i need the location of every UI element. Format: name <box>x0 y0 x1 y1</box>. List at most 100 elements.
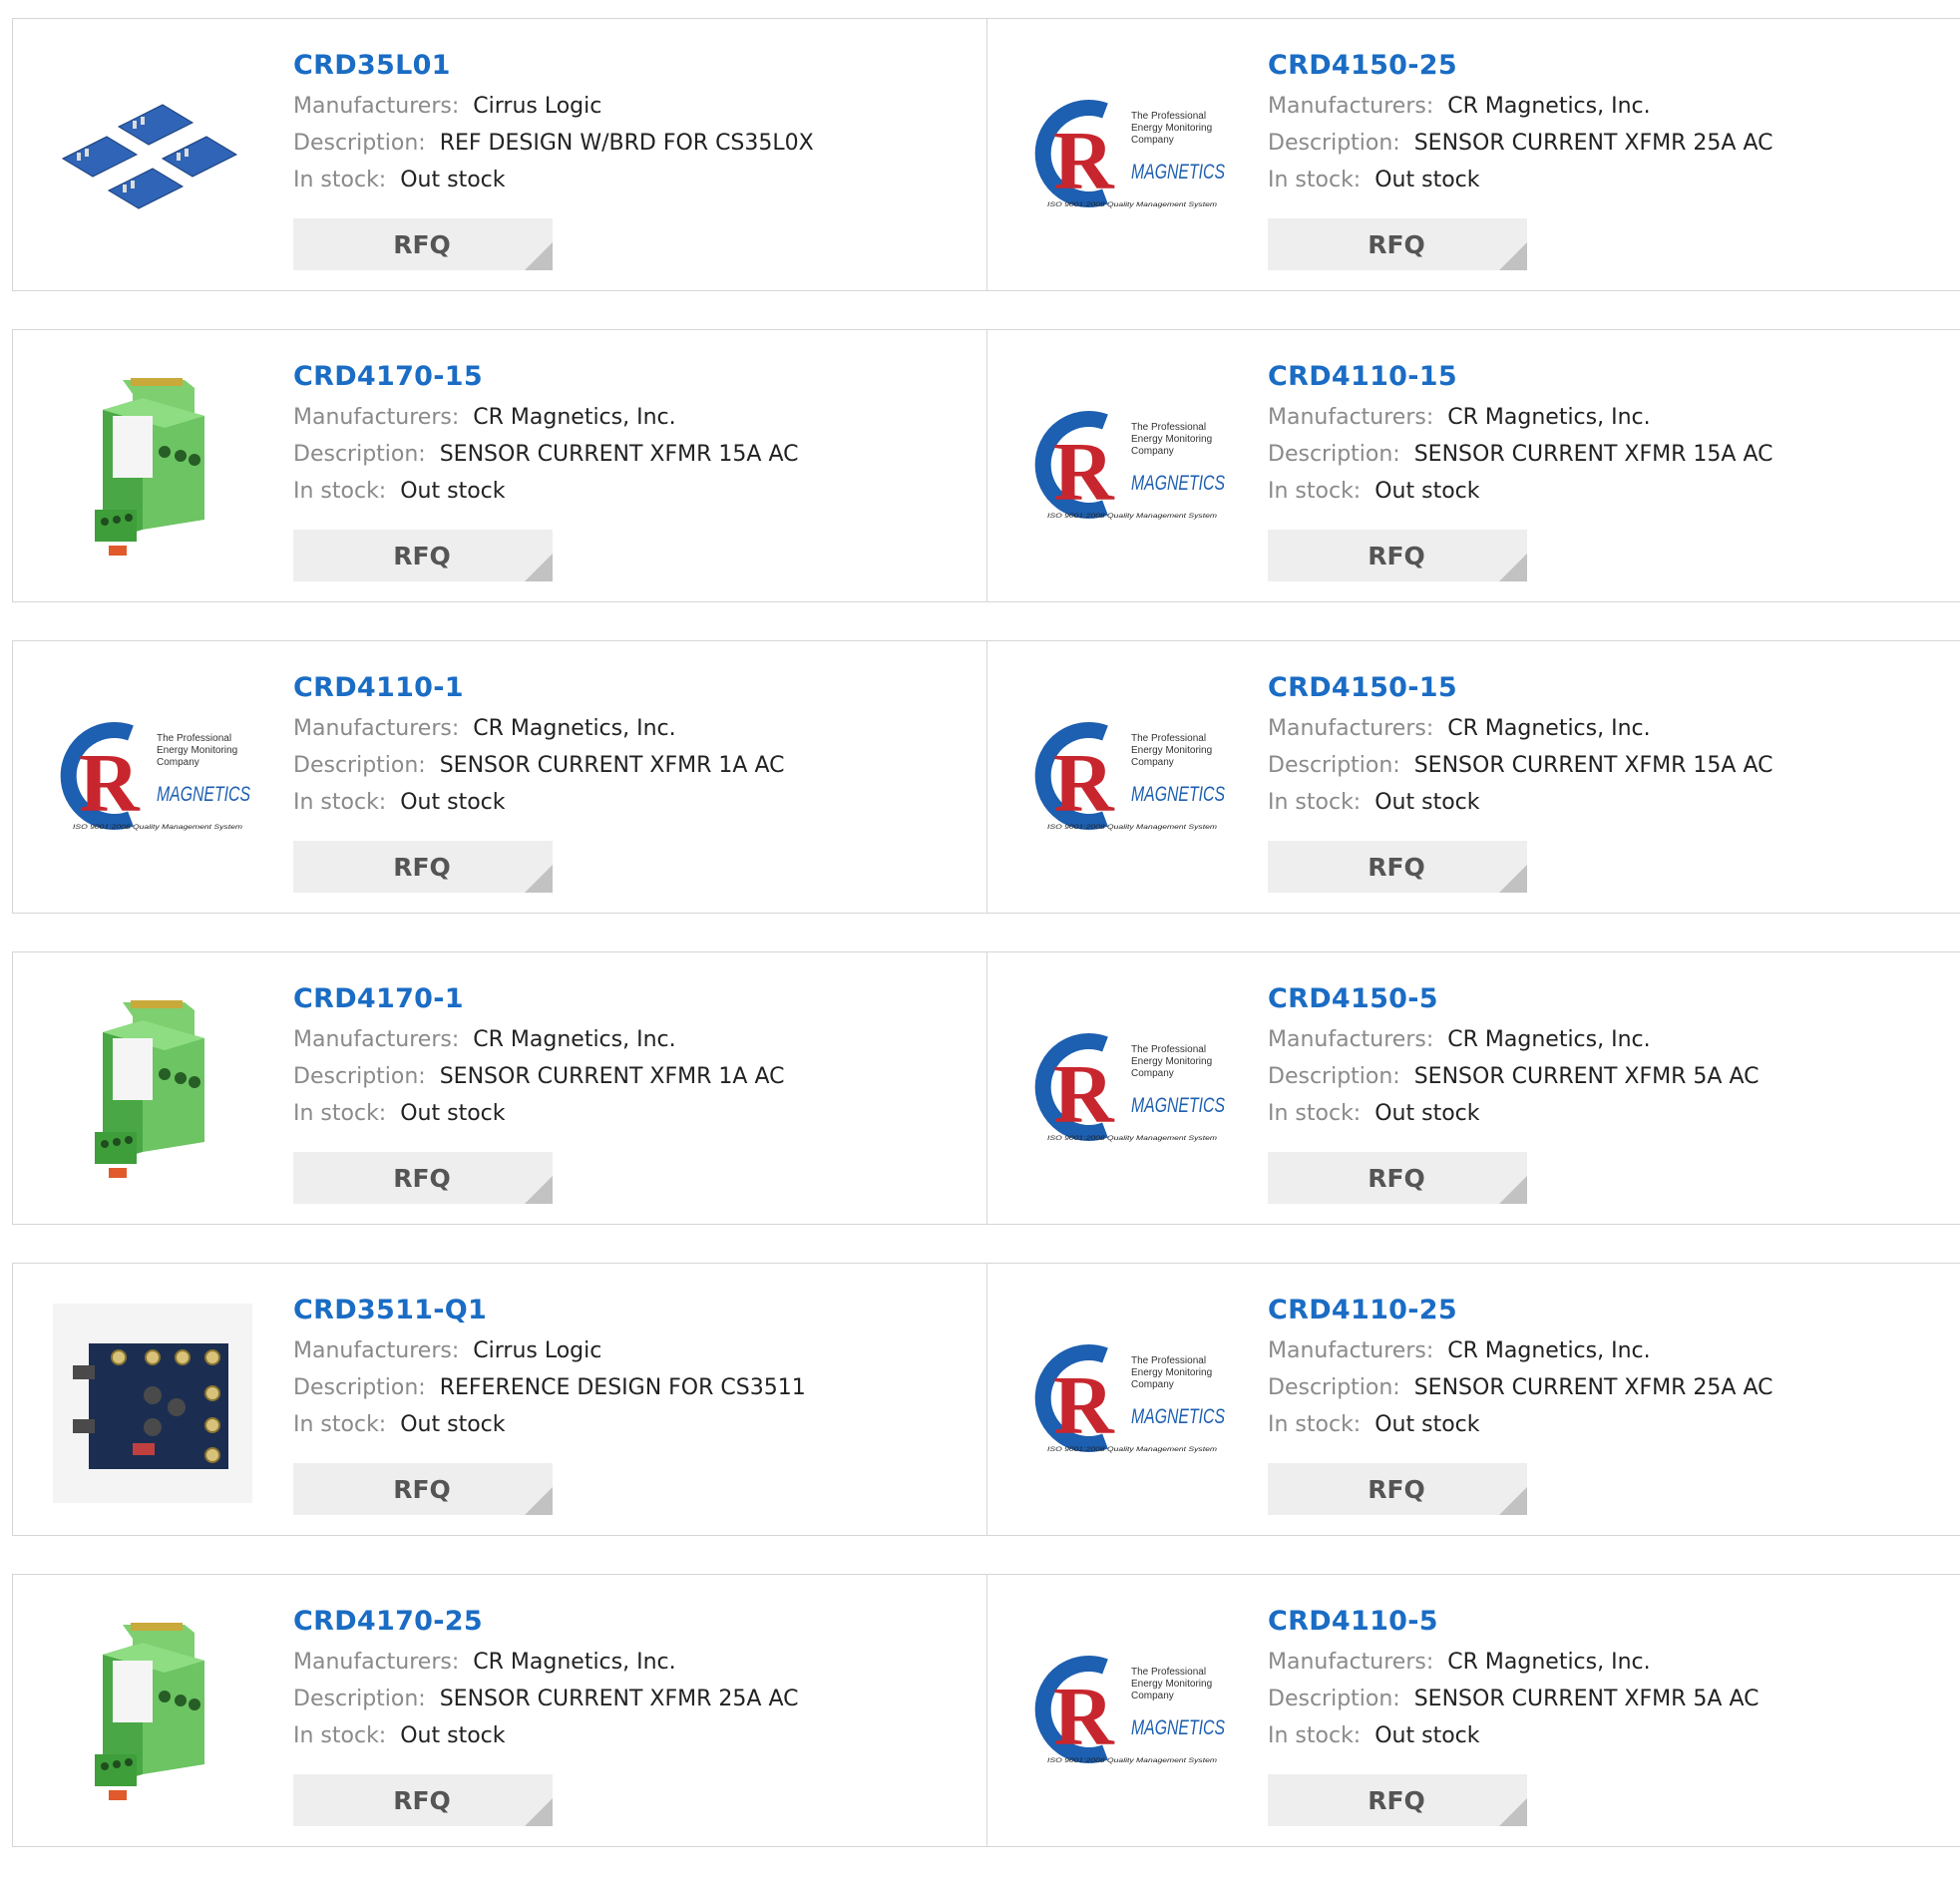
description-field: Description: SENSOR CURRENT XFMR 25A AC <box>1268 125 1772 162</box>
stock-field: In stock: Out stock <box>293 1095 784 1132</box>
stock-value: Out stock <box>1374 790 1480 815</box>
cr-magnetics-logo: R The Professional Energy Monitoring Com… <box>1034 100 1225 208</box>
manufacturer-field: Manufacturers: Cirrus Logic <box>293 88 814 125</box>
svg-text:MAGNETICS: MAGNETICS <box>1131 1405 1225 1428</box>
product-title-link[interactable]: CRD4110-25 <box>1268 1294 1772 1327</box>
stock-value: Out stock <box>400 1723 506 1748</box>
stock-value: Out stock <box>400 1412 506 1437</box>
manufacturer-value: CR Magnetics, Inc. <box>473 716 676 741</box>
svg-text:ISO 9001:2008 Quality Manageme: ISO 9001:2008 Quality Management System <box>1047 202 1217 208</box>
product-image[interactable] <box>53 59 252 258</box>
manufacturer-label: Manufacturers: <box>293 1338 460 1363</box>
product-title-link[interactable]: CRD4110-5 <box>1268 1605 1759 1639</box>
svg-text:R: R <box>1053 737 1115 830</box>
product-image[interactable]: R The Professional Energy Monitoring Com… <box>1027 1615 1227 1814</box>
rfq-button[interactable]: RFQ <box>1268 841 1527 893</box>
cr-magnetics-logo: R The Professional Energy Monitoring Com… <box>1034 411 1225 520</box>
rfq-label: RFQ <box>393 1474 451 1504</box>
description-value: SENSOR CURRENT XFMR 5A AC <box>1413 1687 1760 1711</box>
description-value: REFERENCE DESIGN FOR CS3511 <box>439 1375 806 1400</box>
description-field: Description: SENSOR CURRENT XFMR 5A AC <box>1268 1058 1759 1095</box>
product-card: R The Professional Energy Monitoring Com… <box>986 952 1960 1224</box>
rfq-button[interactable]: RFQ <box>1268 530 1527 581</box>
svg-text:The Professional: The Professional <box>157 733 231 744</box>
svg-text:Company: Company <box>157 757 199 768</box>
product-title-link[interactable]: CRD3511-Q1 <box>293 1294 806 1327</box>
svg-text:Energy Monitoring: Energy Monitoring <box>1131 745 1212 756</box>
svg-text:MAGNETICS: MAGNETICS <box>1131 472 1225 495</box>
product-image[interactable]: R The Professional Energy Monitoring Com… <box>1027 992 1227 1192</box>
product-image[interactable]: R The Professional Energy Monitoring Com… <box>1027 59 1227 258</box>
product-image[interactable]: R The Professional Energy Monitoring Com… <box>1027 1304 1227 1503</box>
svg-text:R: R <box>79 737 141 830</box>
product-image[interactable] <box>53 992 252 1192</box>
manufacturer-field: Manufacturers: CR Magnetics, Inc. <box>1268 1021 1759 1058</box>
product-title-link[interactable]: CRD4110-1 <box>293 671 784 705</box>
rfq-label: RFQ <box>1368 1474 1425 1504</box>
rfq-button[interactable]: RFQ <box>293 530 553 581</box>
product-title-link[interactable]: CRD4170-1 <box>293 982 784 1016</box>
product-title-link[interactable]: CRD4170-25 <box>293 1605 798 1639</box>
button-corner-decoration <box>525 1487 553 1515</box>
product-grid: CRD35L01 Manufacturers: Cirrus Logic Desc… <box>12 18 1960 1885</box>
stock-field: In stock: Out stock <box>1268 1095 1759 1132</box>
description-field: Description: SENSOR CURRENT XFMR 1A AC <box>293 747 784 784</box>
rfq-button[interactable]: RFQ <box>1268 1774 1527 1826</box>
green-sensor-image <box>95 1000 204 1178</box>
dark-pcb-image <box>53 1304 252 1503</box>
svg-text:R: R <box>1053 1048 1115 1141</box>
rfq-button[interactable]: RFQ <box>293 218 553 270</box>
button-corner-decoration <box>525 554 553 581</box>
description-value: SENSOR CURRENT XFMR 25A AC <box>1413 131 1773 156</box>
product-title-link[interactable]: CRD4170-15 <box>293 360 798 394</box>
green-sensor-image <box>95 378 204 556</box>
product-title-link[interactable]: CRD4150-5 <box>1268 982 1759 1016</box>
manufacturer-label: Manufacturers: <box>293 1027 460 1052</box>
product-image[interactable] <box>53 1615 252 1814</box>
manufacturer-label: Manufacturers: <box>293 716 460 741</box>
description-value: SENSOR CURRENT XFMR 15A AC <box>1413 753 1773 778</box>
product-title-link[interactable]: CRD4150-15 <box>1268 671 1772 705</box>
description-label: Description: <box>1268 1064 1400 1089</box>
product-image[interactable] <box>53 1304 252 1503</box>
manufacturer-field: Manufacturers: CR Magnetics, Inc. <box>293 1644 798 1681</box>
svg-text:R: R <box>1053 426 1115 519</box>
description-value: SENSOR CURRENT XFMR 5A AC <box>1413 1064 1760 1089</box>
rfq-button[interactable]: RFQ <box>1268 218 1527 270</box>
product-info: CRD3511-Q1 Manufacturers: Cirrus Logic De… <box>293 1294 806 1443</box>
rfq-button[interactable]: RFQ <box>293 1774 553 1826</box>
stock-label: In stock: <box>1268 790 1362 815</box>
product-row: CRD35L01 Manufacturers: Cirrus Logic Desc… <box>12 18 1960 291</box>
manufacturer-label: Manufacturers: <box>1268 716 1434 741</box>
product-image[interactable]: R The Professional Energy Monitoring Com… <box>1027 681 1227 881</box>
stock-field: In stock: Out stock <box>1268 473 1772 510</box>
manufacturer-value: CR Magnetics, Inc. <box>1447 1027 1651 1052</box>
manufacturer-label: Manufacturers: <box>1268 1650 1434 1675</box>
stock-field: In stock: Out stock <box>293 1406 806 1443</box>
stock-label: In stock: <box>293 168 387 192</box>
svg-text:ISO 9001:2008 Quality Manageme: ISO 9001:2008 Quality Management System <box>1047 514 1217 520</box>
rfq-button[interactable]: RFQ <box>1268 1463 1527 1515</box>
product-image[interactable]: R The Professional Energy Monitoring Com… <box>1027 370 1227 569</box>
button-corner-decoration <box>525 865 553 893</box>
rfq-button[interactable]: RFQ <box>1268 1152 1527 1204</box>
product-info: CRD4110-5 Manufacturers: CR Magnetics, In… <box>1268 1605 1759 1754</box>
rfq-label: RFQ <box>1368 229 1425 259</box>
rfq-button[interactable]: RFQ <box>293 1463 553 1515</box>
product-title-link[interactable]: CRD4150-25 <box>1268 49 1772 83</box>
rfq-button[interactable]: RFQ <box>293 1152 553 1204</box>
rfq-button[interactable]: RFQ <box>293 841 553 893</box>
rfq-label: RFQ <box>393 852 451 882</box>
stock-label: In stock: <box>1268 1723 1362 1748</box>
manufacturer-label: Manufacturers: <box>1268 94 1434 119</box>
stock-value: Out stock <box>400 479 506 504</box>
product-image[interactable]: R The Professional Energy Monitoring Com… <box>53 681 252 881</box>
product-image[interactable] <box>53 370 252 569</box>
svg-text:Company: Company <box>1131 446 1174 457</box>
product-title-link[interactable]: CRD35L01 <box>293 49 814 83</box>
manufacturer-label: Manufacturers: <box>1268 405 1434 430</box>
manufacturer-value: CR Magnetics, Inc. <box>1447 405 1651 430</box>
svg-text:Energy Monitoring: Energy Monitoring <box>1131 1056 1212 1067</box>
product-title-link[interactable]: CRD4110-15 <box>1268 360 1772 394</box>
description-label: Description: <box>293 1375 426 1400</box>
